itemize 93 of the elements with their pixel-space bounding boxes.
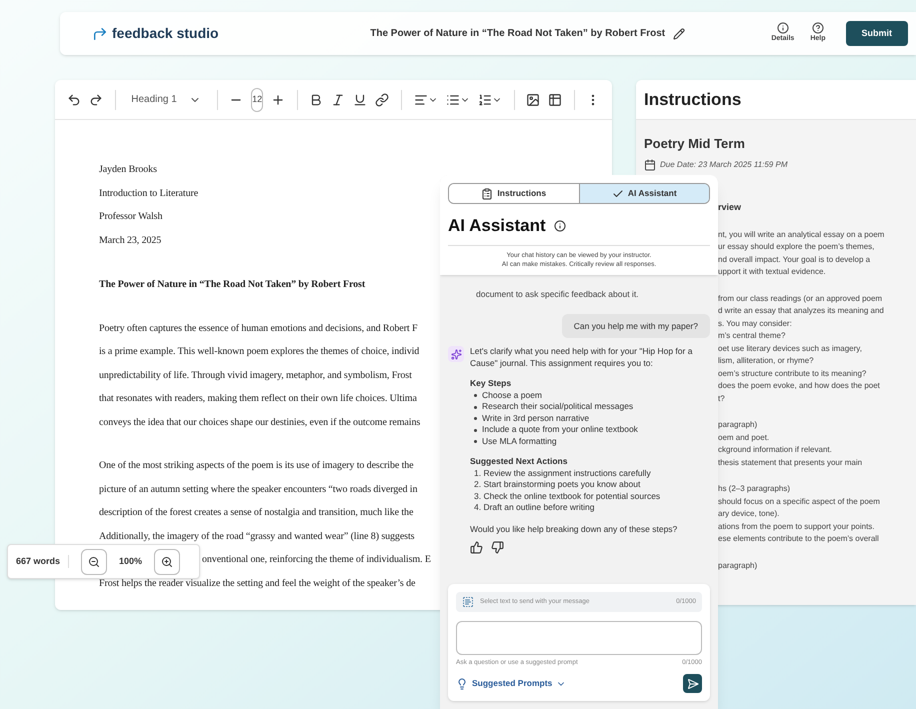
paragraph-line: is a prime example. This well-known poem explores the themes of choice, individ [99, 346, 420, 357]
chat-hint: document to ask specific feedback about it. [476, 288, 639, 298]
instruction-text: from our class readings (or an approved poem [718, 294, 882, 302]
instruction-text: ary device, tone). [718, 509, 780, 518]
instruction-text: should focus on a specific aspect of the poem [718, 496, 880, 506]
instruction-text: hs (2–3 paragraphs) [718, 484, 790, 493]
instruction-text: oem’s structure contribute to its meaning? [718, 368, 866, 378]
zoom-out-button[interactable] [81, 548, 108, 574]
instruction-text: m’s central theme? [718, 331, 786, 340]
instruction-text: d write an essay that analyzes its meaning and [718, 306, 884, 315]
instruction-text: ese elements contribute to the poem’s overall [718, 534, 879, 543]
word-count: 667 words [16, 554, 70, 568]
instruction-text: does the poem evoke, and how does the poet [718, 381, 880, 390]
list-item: Choose a poem [482, 390, 542, 402]
check-icon [612, 188, 624, 200]
paragraph-line: Poetry often captures the essence of human emotions and decisions, and Robert F [99, 322, 418, 334]
instruction-text: thesis statement that presents your main [718, 458, 862, 466]
submit-button[interactable]: Submit [846, 20, 908, 46]
list-item: Research their social/political messages [482, 401, 634, 413]
instruction-text: ur essay should explore the poem’s themes, [718, 242, 874, 251]
essay-title: The Power of Nature in “The Road Not Taken” by Robert Frost [99, 279, 366, 290]
instruction-text: upport it with textual evidence. [718, 267, 826, 276]
info-icon[interactable] [554, 220, 566, 232]
document-title: The Power of Nature in “The Road Not Taken” by Robert Frost [370, 27, 666, 41]
bullet-icon [474, 406, 477, 408]
panel-title: AI Assistant [448, 215, 546, 237]
user-message: Can you help me with my paper? [562, 314, 710, 338]
list-item: Use MLA formatting [482, 436, 557, 448]
due-date: Due Date: 23 March 2025 11:59 PM [660, 159, 788, 171]
list-item: 3. Check the online textbook for potential sources [474, 490, 660, 502]
paragraph-line: onventional one, reinforcing the theme of individualism. E [202, 554, 431, 565]
document-text: Professor Walsh [99, 211, 162, 222]
list-item: 2. Start brainstorming poets you know about [474, 479, 640, 491]
zoom-in-icon [161, 556, 174, 568]
assignment-title: Poetry Mid Term [644, 136, 745, 151]
assistant-question: Would you like help breaking down any of these steps? [470, 524, 678, 534]
paragraph-line: One of the most striking aspects of the poem is its use of imagery to describe the [99, 460, 414, 471]
list-item: Include a quote from your online textbook [482, 424, 638, 436]
lightbulb-icon [456, 678, 468, 690]
calendar-icon [644, 159, 656, 171]
zoom-out-icon [88, 556, 100, 568]
bullet-icon [474, 440, 477, 443]
font-size-field[interactable]: 12 [251, 88, 264, 112]
instruction-text: paragraph) [718, 560, 758, 570]
paragraph-line: description of the forest creates a sense of nostalgia and transition, much like the [99, 507, 414, 518]
logo-icon [92, 26, 108, 42]
section-heading: Suggested Next Actions [470, 456, 568, 466]
instruction-text: ckground information if relevant. [718, 445, 832, 454]
zoom-level: 100% [119, 554, 142, 568]
message-input[interactable] [456, 621, 702, 656]
list-item: 4. Draft an outline before writing [474, 502, 594, 514]
paragraph-line: that resonates with readers, making them reflect on their own life choices. Ultima [99, 393, 417, 404]
style-dropdown[interactable]: Heading 1 [123, 92, 209, 107]
bullet-icon [474, 428, 477, 432]
clipboard-icon [481, 188, 494, 200]
paragraph-line: picture of an autumn setting where the speaker encounters “two roads diverged in [99, 484, 418, 494]
instruction-text: lism, alliteration, or rhyme? [718, 356, 814, 365]
list-item: 1. Review the assignment instructions carefully [474, 468, 651, 480]
suggested-prompts-button[interactable]: Suggested Prompts [456, 677, 566, 690]
instruction-text: t? [718, 394, 725, 402]
section-heading: Key Steps [470, 378, 512, 388]
instruction-text: nt, you will write an analytical essay on a poem [718, 230, 884, 238]
panel-title: Instructions [644, 88, 742, 111]
thumbs-down-icon[interactable] [491, 541, 504, 554]
bullet-icon [474, 417, 477, 420]
bullet-icon [474, 394, 477, 397]
document-text: Introduction to Literature [99, 188, 198, 198]
instruction-text: ations from the poem to support your points. [718, 522, 875, 530]
paragraph-line: conveys the idea that our choices shape our destinies, even if the outcome remains [99, 416, 420, 428]
select-text-icon [462, 596, 474, 608]
send-icon [686, 678, 698, 690]
instruction-text: oem and poet. [718, 432, 770, 442]
logo-text: feedback studio [112, 24, 219, 43]
list-item: Write in 3rd person narrative [482, 412, 590, 424]
send-button[interactable] [683, 674, 702, 693]
paragraph-line: Frost helps the reader visualize the setting and feel the weight of the speaker’s de [99, 578, 416, 588]
sparkle-icon [448, 346, 464, 362]
section-heading: rview [718, 202, 742, 212]
info-icon [776, 22, 789, 34]
help-icon [812, 22, 824, 34]
panel-tab[interactable]: AI Assistant [578, 184, 709, 203]
thumbs-up-icon[interactable] [470, 541, 483, 554]
assistant-message: Let's clarify what you need help with for your "Hip Hop for a Cause" journal. This assignment requires you to: [470, 346, 694, 370]
document-text: March 23, 2025 [99, 234, 162, 246]
document-text: Jayden Brooks [99, 164, 157, 175]
edit-icon[interactable] [673, 28, 686, 40]
paragraph-line: unpredictability of life. Through vivid imagery, metaphor, and symbolism, Frost [99, 370, 412, 380]
paragraph-line: Additionally, the imagery of the road “grassy and wanted wear” (line 8) suggests [99, 530, 414, 542]
instruction-text: nd overall impact. Your goal is to develop a [718, 254, 870, 264]
instruction-text: paragraph) [718, 420, 758, 429]
zoom-in-button[interactable] [154, 548, 180, 574]
instruction-text: oet use literary devices such as imagery, [718, 344, 862, 352]
instruction-text: s. You may consider: [718, 318, 792, 328]
